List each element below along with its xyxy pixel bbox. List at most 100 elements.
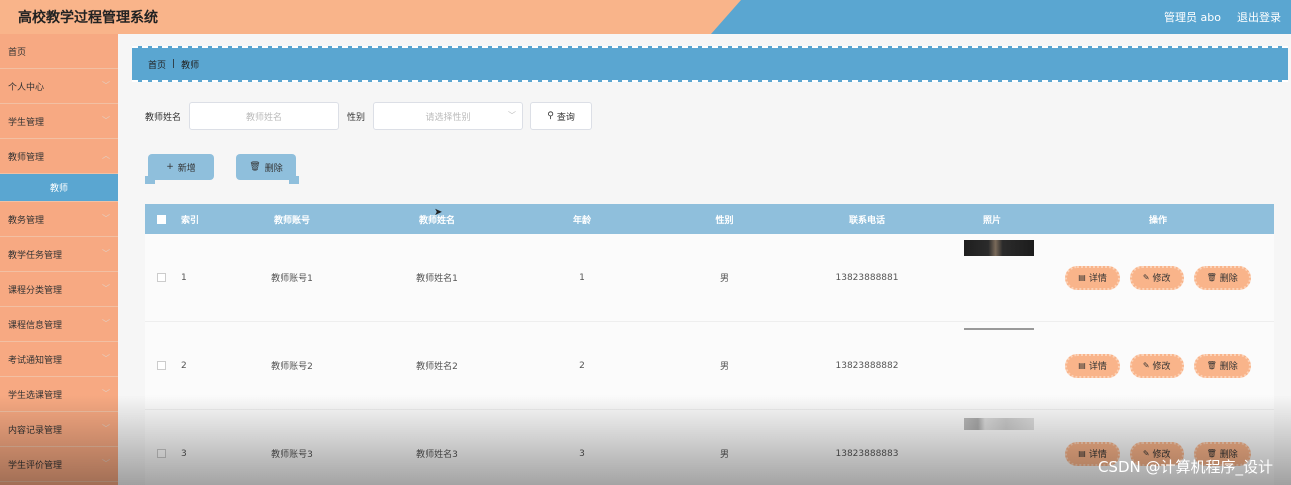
app-title: 高校教学过程管理系统 [18, 10, 158, 26]
sidebar-item-profile[interactable]: 个人中心 ﹀ [0, 69, 118, 104]
sidebar-item-label: 课程信息管理 [8, 320, 63, 331]
edit-label: 修改 [1152, 362, 1171, 372]
teacher-name-label: 教师姓名 [145, 112, 182, 123]
cell-index: 1 [181, 272, 187, 283]
search-bar: 教师姓名 教师姓名 性别 请选择性别 ﹀ ⚲ 查询 [145, 102, 593, 130]
sidebar-item-home[interactable]: 首页 [0, 34, 118, 69]
sidebar-item-academic[interactable]: 教务管理 ﹀ [0, 202, 118, 237]
main-content: 首页 | 教师 教师姓名 教师姓名 性别 请选择性别 ﹀ ⚲ 查询 + 新增 🗑… [118, 34, 1291, 485]
sidebar-item-label: 教务管理 [8, 215, 45, 226]
detail-label: 详情 [1088, 274, 1107, 284]
chevron-down-icon: ﹀ [102, 424, 110, 433]
cell-name: 教师姓名1 [416, 274, 458, 284]
table-row: 1 教师账号1 教师姓名1 1 男 13823888881 ▤ 详情 ✎ 修改 🗑 删… [145, 234, 1274, 322]
teacher-photo [964, 240, 1034, 256]
logout-link[interactable]: 退出登录 [1237, 9, 1281, 25]
sidebar-item-label: 教师管理 [8, 152, 45, 163]
cell-account: 教师账号3 [271, 450, 313, 460]
top-header: 高校教学过程管理系统 管理员 abo 退出登录 [0, 0, 1291, 34]
query-button[interactable]: ⚲ 查询 [530, 102, 593, 130]
teacher-photo [964, 328, 1034, 330]
row-checkbox[interactable] [156, 273, 166, 282]
batch-delete-button[interactable]: 🗑 删除 [236, 154, 299, 184]
row-checkbox[interactable] [156, 449, 166, 458]
chevron-down-icon: ﹀ [102, 354, 110, 363]
sidebar-item-label: 学生选课管理 [8, 390, 63, 401]
sidebar-item-evaluation[interactable]: 学生评价管理 ﹀ [0, 447, 118, 482]
cell-name: 教师姓名3 [416, 450, 458, 460]
cell-phone: 13823888882 [835, 360, 899, 371]
sidebar-item-tasks[interactable]: 教学任务管理 ﹀ [0, 237, 118, 272]
row-checkbox-cell [145, 449, 177, 458]
header-phone: 联系电话 [848, 215, 885, 226]
cell-gender: 男 [719, 450, 729, 460]
edit-icon: ✎ [1142, 273, 1150, 282]
watermark-text: CSDN @计算机程序_设计 [1097, 458, 1273, 476]
breadcrumb-home[interactable]: 首页 [148, 58, 166, 71]
trash-icon: 🗑 [1206, 273, 1217, 282]
sidebar-subitem-teacher[interactable]: 教师 [0, 174, 118, 202]
cell-operations: ▤ 详情 ✎ 修改 🗑 删除 [1042, 353, 1274, 378]
sidebar-item-students[interactable]: 学生管理 ﹀ [0, 104, 118, 139]
gender-label: 性别 [347, 112, 366, 123]
document-icon: ▤ [1078, 361, 1086, 370]
gender-select[interactable]: 请选择性别 ﹀ [373, 102, 524, 130]
cell-account: 教师账号2 [271, 362, 313, 372]
sidebar-item-label: 内容记录管理 [8, 425, 63, 436]
teacher-photo [964, 418, 1034, 430]
row-checkbox[interactable] [156, 361, 166, 370]
sidebar-item-label: 首页 [8, 47, 27, 58]
chevron-down-icon: ﹀ [102, 116, 110, 125]
cell-operations: ▤ 详情 ✎ 修改 🗑 删除 [1042, 265, 1274, 290]
select-all-cell [145, 214, 177, 224]
cell-age: 2 [579, 360, 585, 371]
row-checkbox-cell [145, 361, 177, 370]
plus-icon: + [166, 162, 174, 172]
cell-phone: 13823888881 [835, 272, 899, 283]
chevron-down-icon: ﹀ [102, 389, 110, 398]
delete-button[interactable]: 🗑 删除 [1193, 353, 1251, 378]
sidebar-item-exam-notice[interactable]: 考试通知管理 ﹀ [0, 342, 118, 377]
select-all-checkbox[interactable] [156, 214, 166, 224]
sidebar-item-course-info[interactable]: 课程信息管理 ﹀ [0, 307, 118, 342]
edit-icon: ✎ [1142, 361, 1150, 370]
edit-label: 修改 [1152, 274, 1171, 284]
sidebar-item-content-record[interactable]: 内容记录管理 ﹀ [0, 412, 118, 447]
edit-button[interactable]: ✎ 修改 [1129, 265, 1184, 290]
detail-button[interactable]: ▤ 详情 [1065, 353, 1120, 378]
sidebar-item-label: 考试通知管理 [8, 355, 63, 366]
cell-gender: 男 [719, 362, 729, 372]
cell-account: 教师账号1 [271, 274, 313, 284]
delete-button[interactable]: 🗑 删除 [1193, 265, 1251, 290]
breadcrumb: 首页 | 教师 [132, 46, 1288, 82]
header-index: 索引 [181, 215, 200, 226]
delete-label: 删除 [1219, 274, 1238, 284]
add-button[interactable]: + 新增 [145, 154, 214, 184]
sidebar-item-label: 学生评价管理 [8, 460, 63, 471]
sidebar-item-label: 教学任务管理 [8, 250, 63, 261]
trash-icon: 🗑 [249, 162, 261, 172]
chevron-down-icon: ﹀ [102, 214, 110, 223]
breadcrumb-separator: | [172, 59, 176, 69]
gender-select-placeholder: 请选择性别 [425, 112, 471, 123]
breadcrumb-current: 教师 [181, 60, 200, 71]
detail-button[interactable]: ▤ 详情 [1065, 265, 1120, 290]
chevron-down-icon: ﹀ [102, 249, 110, 258]
sidebar-item-course-select[interactable]: 学生选课管理 ﹀ [0, 377, 118, 412]
document-icon: ▤ [1078, 449, 1086, 458]
sidebar-item-label: 个人中心 [8, 82, 45, 93]
chevron-up-icon: ︿ [102, 151, 110, 160]
header-gender: 性别 [715, 215, 734, 226]
chevron-down-icon: ﹀ [102, 319, 110, 328]
teacher-table: 索引 教师账号 教师姓名 年龄 性别 联系电话 照片 操作 1 教师账号1 教师… [145, 204, 1274, 485]
teacher-name-input[interactable]: 教师姓名 [189, 102, 340, 130]
button-notch [145, 176, 155, 184]
mouse-cursor-icon: ➤ [434, 207, 443, 218]
sidebar-item-teachers[interactable]: 教师管理 ︿ [0, 139, 118, 174]
sidebar-item-course-category[interactable]: 课程分类管理 ﹀ [0, 272, 118, 307]
admin-label: 管理员 abo [1164, 11, 1221, 24]
cell-name: 教师姓名2 [416, 362, 458, 372]
edit-button[interactable]: ✎ 修改 [1129, 353, 1184, 378]
sidebar-item-label: 课程分类管理 [8, 285, 63, 296]
cell-index: 2 [181, 360, 187, 371]
